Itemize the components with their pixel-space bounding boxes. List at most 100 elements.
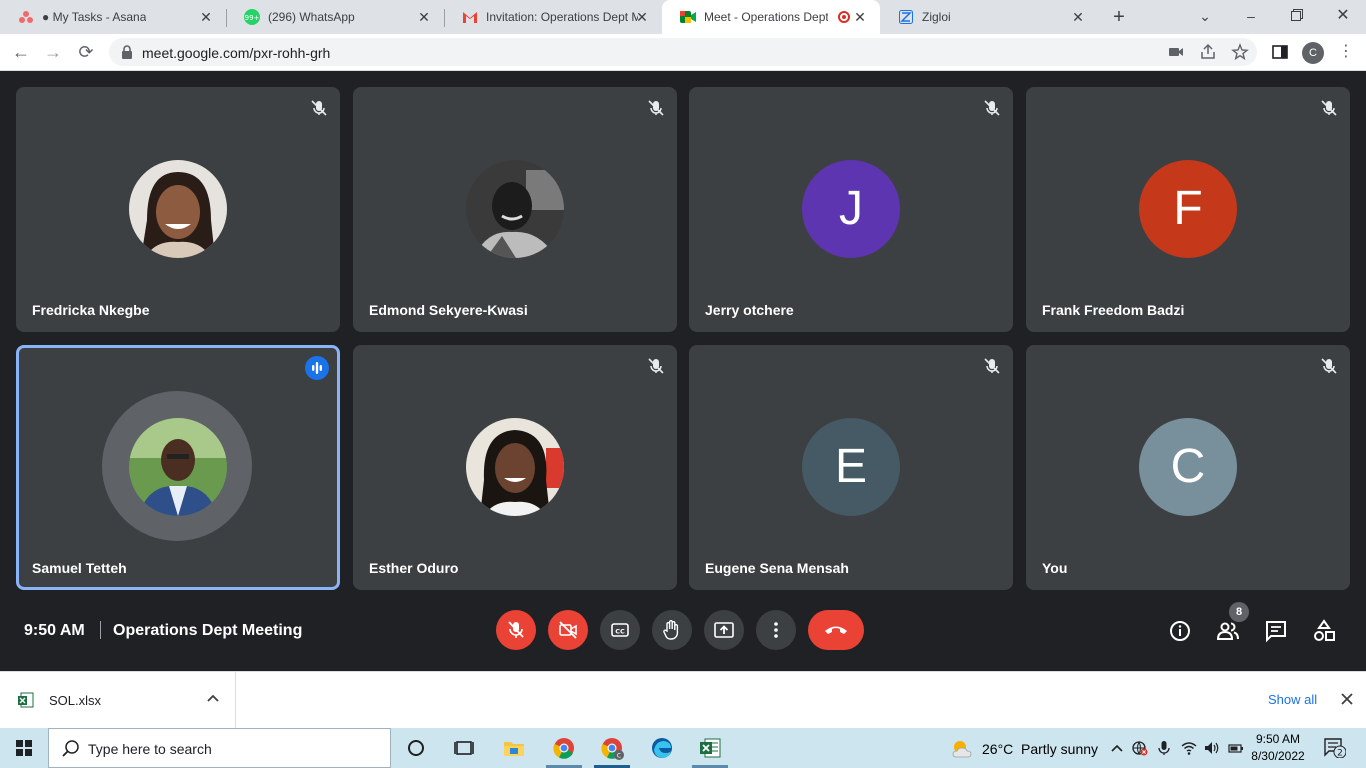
svg-text:CC: CC [615,628,625,636]
notification-count: 2 [1337,749,1343,759]
participant-tile-active-speaker[interactable]: Samuel Tetteh [16,345,340,590]
captions-button[interactable]: CC [600,610,640,650]
more-vert-icon [774,622,778,638]
profile-photo [466,160,564,258]
divider [100,621,101,639]
mic-off-icon [648,358,664,374]
edge-icon[interactable] [650,736,674,760]
windows-start-icon[interactable] [16,740,32,756]
excel-icon[interactable] [698,736,722,760]
zigloi-icon [898,9,914,25]
bookmark-star-icon[interactable] [1231,43,1249,61]
close-icon[interactable]: ✕ [852,9,868,25]
avatar: F [1139,160,1237,258]
participant-tile[interactable]: Fredricka Nkegbe [16,87,340,332]
camera-toggle-button[interactable] [548,610,588,650]
tab-meet[interactable]: Meet - Operations Dept ✕ [662,0,880,34]
avatar: E [802,418,900,516]
wifi-icon[interactable] [1181,740,1197,756]
participant-tile[interactable]: F Frank Freedom Badzi [1026,87,1350,332]
mic-off-icon [984,100,1000,116]
address-bar[interactable]: meet.google.com/pxr-rohh-grh [109,38,1257,66]
leave-call-button[interactable] [808,610,864,650]
restore-button[interactable] [1285,5,1309,27]
participant-tile[interactable]: J Jerry otchere [689,87,1013,332]
notification-center-button[interactable]: 2 [1324,738,1347,759]
participant-tile[interactable]: E Eugene Sena Mensah [689,345,1013,590]
browser-toolbar: ← → ⟳ meet.google.com/pxr-rohh-grh C ⋮ [0,34,1366,71]
activities-icon[interactable] [1312,619,1336,643]
cortana-icon[interactable] [404,736,428,760]
tab-search-icon[interactable]: ⌄ [1193,5,1217,27]
battery-icon[interactable] [1228,740,1244,756]
tab-title: Invitation: Operations Dept M [486,10,638,24]
network-error-icon[interactable] [1132,740,1148,756]
weather-temperature: 26°C [982,741,1014,757]
share-icon[interactable] [1199,43,1217,61]
info-icon[interactable] [1168,619,1192,643]
tab-gmail[interactable]: Invitation: Operations Dept M ✕ [444,0,662,34]
volume-icon[interactable] [1204,740,1220,756]
mic-toggle-button[interactable] [496,610,536,650]
notification-icon: 2 [1324,738,1347,759]
participant-name: Jerry otchere [705,302,794,318]
system-date: 8/30/2022 [1251,749,1305,763]
avatar [129,418,227,516]
reload-button[interactable]: ⟳ [75,41,97,63]
side-panel-icon[interactable] [1270,42,1290,62]
system-clock[interactable]: 9:50 AM 8/30/2022 [1250,731,1306,765]
more-options-button[interactable] [756,610,796,650]
taskbar-search-box[interactable]: Type here to search [48,728,391,768]
show-all-downloads-link[interactable]: Show all [1268,692,1317,707]
tab-title: Zigloi [922,10,951,24]
participant-name: Edmond Sekyere-Kwasi [369,302,528,318]
tab-title: (296) WhatsApp [268,10,355,24]
mic-off-icon [1321,100,1337,116]
close-window-button[interactable]: ✕ [1331,5,1355,27]
tab-asana[interactable]: ● My Tasks - Asana ✕ [0,0,226,34]
meeting-controls-bar: 9:50 AM Operations Dept Meeting CC 8 [0,596,1366,671]
mic-off-icon [1321,358,1337,374]
participant-name: Samuel Tetteh [32,560,127,576]
whatsapp-icon: 99+ [244,9,260,25]
restore-icon [1291,9,1303,21]
chat-icon[interactable] [1264,619,1288,643]
participant-tile[interactable]: Edmond Sekyere-Kwasi [353,87,677,332]
profile-photo [466,418,564,516]
forward-button[interactable]: → [42,41,64,63]
close-icon[interactable]: ✕ [1070,9,1086,25]
close-icon[interactable]: ✕ [416,9,432,25]
close-icon[interactable]: ✕ [634,9,650,25]
asana-icon [18,9,34,25]
participant-name: Frank Freedom Badzi [1042,302,1185,318]
download-item[interactable]: SOL.xlsx [0,672,236,728]
chrome-icon[interactable] [552,736,576,760]
chevron-up-icon[interactable] [1109,740,1125,756]
participant-tile[interactable]: Esther Oduro [353,345,677,590]
tab-whatsapp[interactable]: 99+ (296) WhatsApp ✕ [226,0,444,34]
partly-sunny-icon[interactable] [950,737,974,761]
whatsapp-badge: 99+ [245,14,260,22]
meet-icon [680,9,696,25]
people-icon[interactable] [1216,619,1240,643]
tab-zigloi[interactable]: Zigloi ✕ [880,0,1098,34]
close-icon[interactable] [1339,691,1355,707]
back-button[interactable]: ← [10,41,32,63]
chevron-up-icon[interactable] [205,690,221,706]
chrome-profile-icon[interactable]: C [600,736,624,760]
close-icon[interactable]: ✕ [198,9,214,25]
participant-name: Fredricka Nkegbe [32,302,150,318]
raise-hand-button[interactable] [652,610,692,650]
minimize-button[interactable]: – [1239,5,1263,27]
file-explorer-icon[interactable] [502,736,526,760]
avatar [466,418,564,516]
camera-off-icon [559,621,577,639]
present-screen-button[interactable] [704,610,744,650]
participant-tile-self[interactable]: C You [1026,345,1350,590]
microphone-icon[interactable] [1156,740,1172,756]
camera-icon[interactable] [1167,43,1185,61]
new-tab-button[interactable]: + [1108,7,1130,29]
browser-menu-icon[interactable]: ⋮ [1338,42,1354,62]
task-view-icon[interactable] [452,736,476,760]
profile-avatar[interactable]: C [1302,42,1324,64]
